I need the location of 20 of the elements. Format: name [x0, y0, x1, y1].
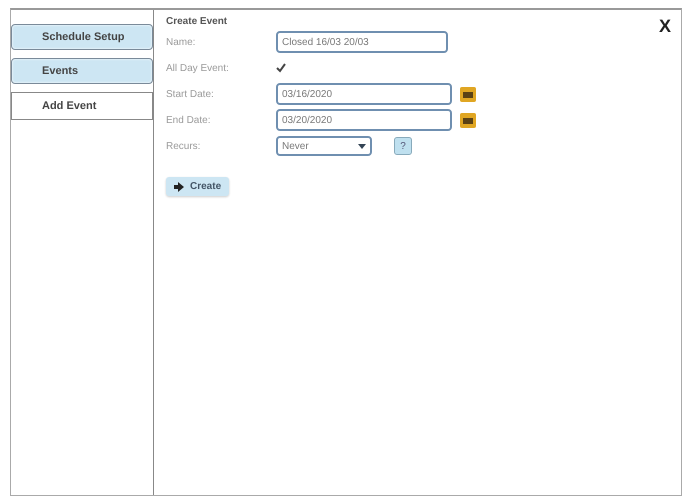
field-label: All Day Event:: [166, 62, 230, 74]
close-button[interactable]: X: [658, 16, 671, 37]
date-field[interactable]: 03/16/2020: [276, 83, 452, 105]
help-button[interactable]: ?: [394, 137, 412, 155]
field-label: End Date:: [166, 114, 212, 126]
caret-icon: [358, 144, 366, 148]
checkmark-icon[interactable]: [276, 63, 286, 73]
name-field[interactable]: Closed 16/03 20/03: [276, 31, 448, 53]
sidebar-tab[interactable]: Add Event: [11, 92, 153, 120]
date-field[interactable]: 03/20/2020: [276, 109, 452, 131]
create-button[interactable]: Create: [166, 177, 230, 196]
sidebar-tab[interactable]: Events: [11, 58, 153, 84]
recurs-dropdown[interactable]: Never: [276, 136, 372, 156]
field-label: Name:: [166, 36, 196, 48]
calendar-icon[interactable]: [460, 86, 476, 102]
field-label: Start Date:: [166, 88, 215, 100]
arrow-icon: [174, 182, 184, 192]
calendar-icon[interactable]: [460, 112, 476, 128]
field-label: Recurs:: [166, 140, 202, 152]
sidebar-tab[interactable]: Schedule Setup: [11, 24, 153, 50]
